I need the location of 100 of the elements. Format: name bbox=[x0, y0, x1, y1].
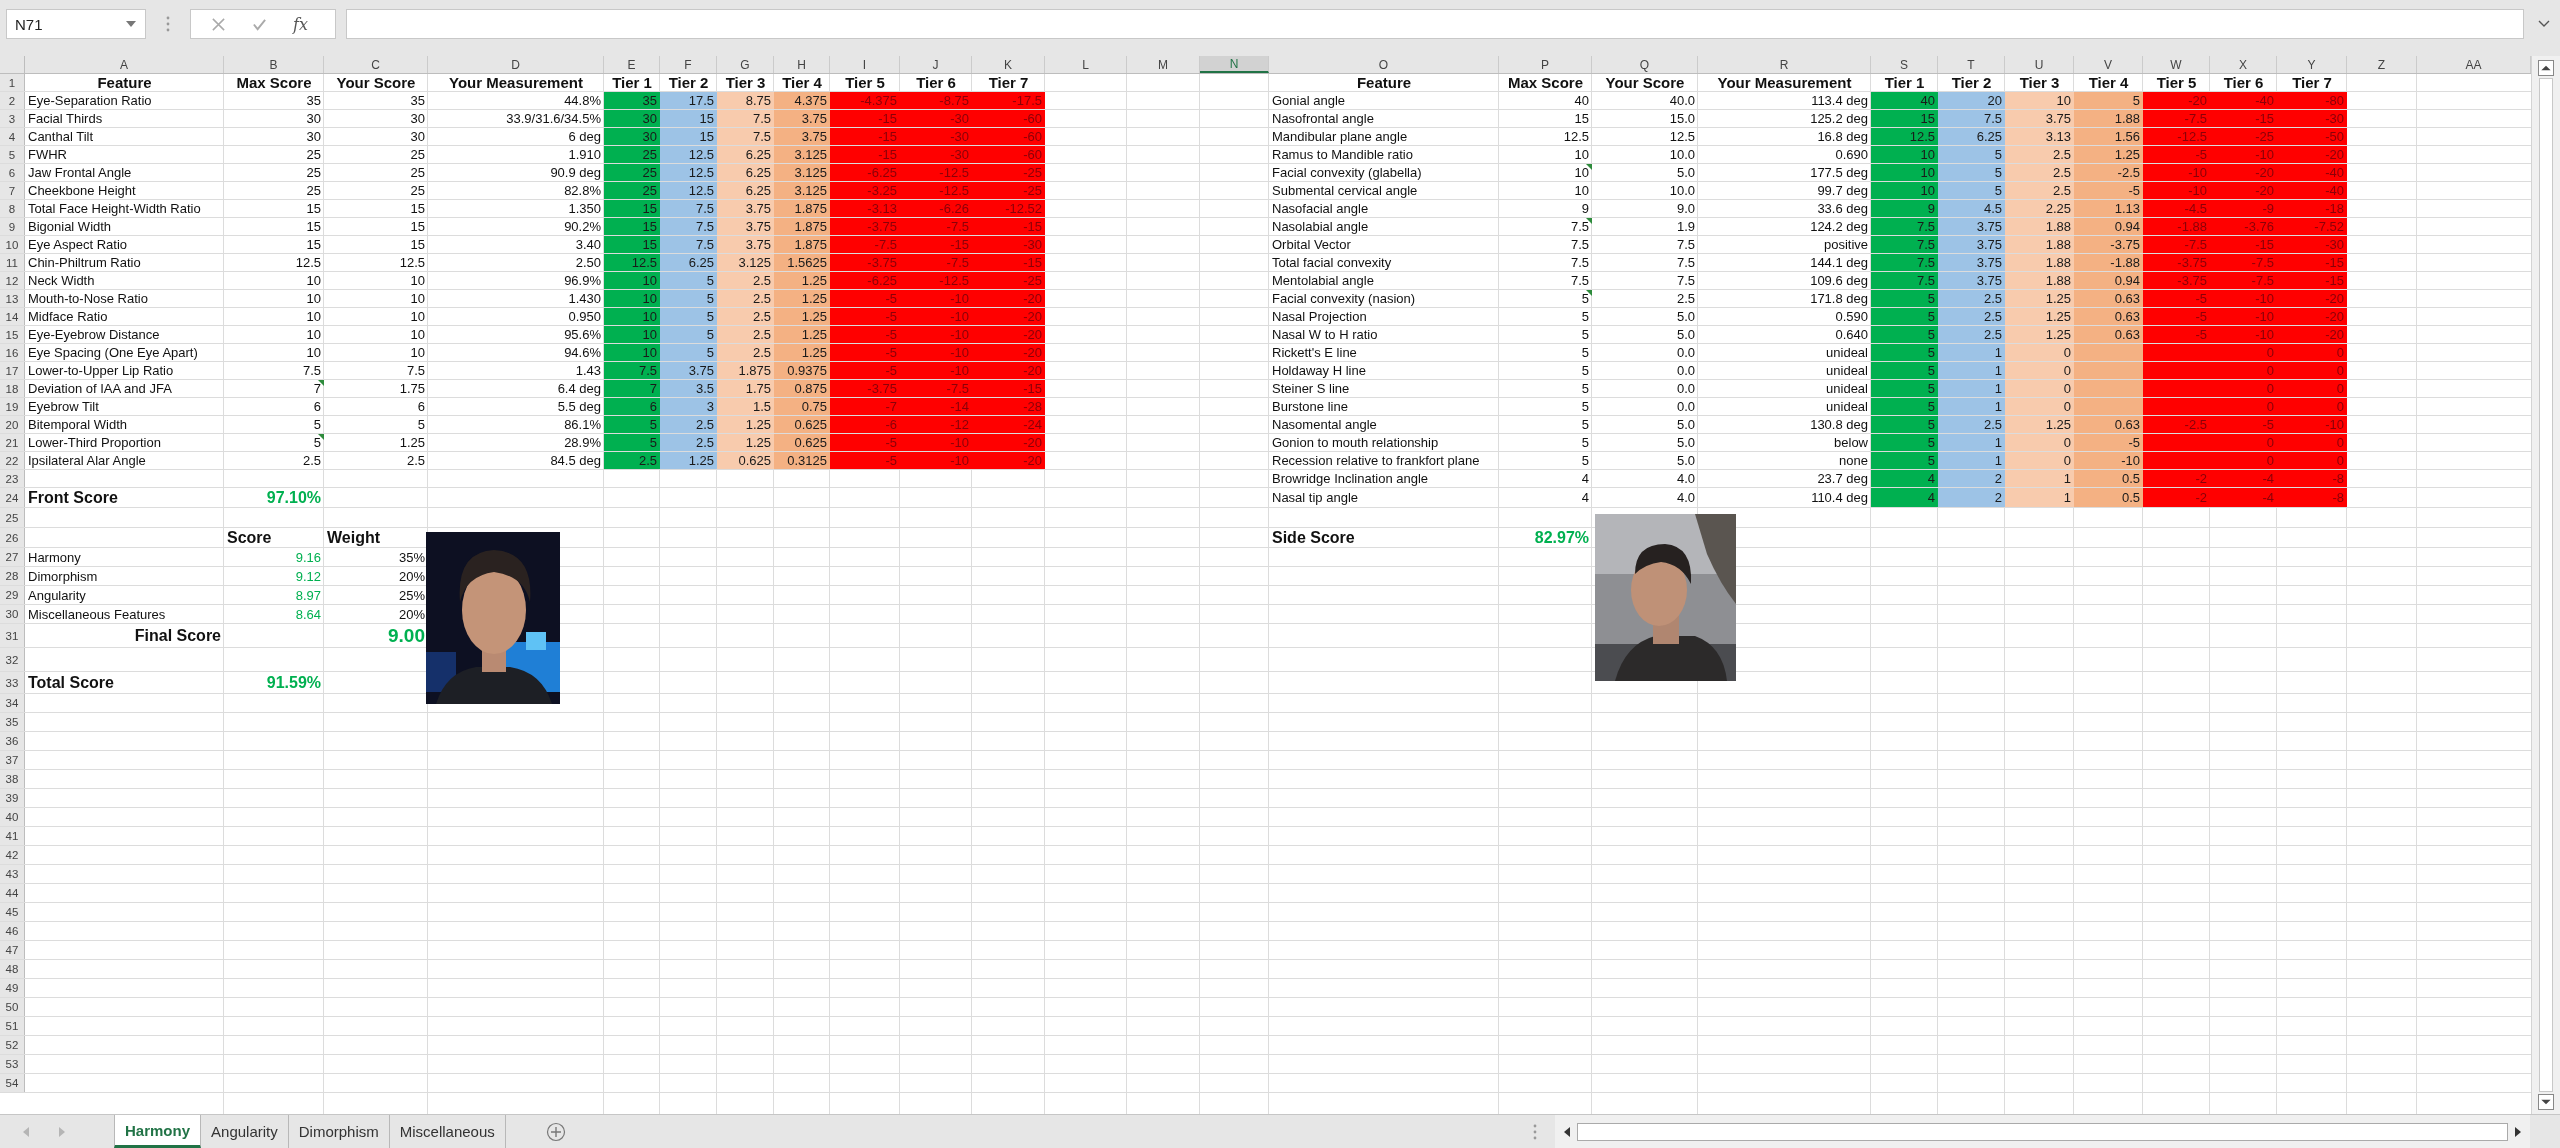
insert-function-button[interactable]: fx bbox=[293, 14, 308, 34]
row-number[interactable]: 17 bbox=[0, 362, 25, 379]
column-header[interactable]: X bbox=[2210, 56, 2277, 73]
column-header[interactable]: E bbox=[604, 56, 660, 73]
row-number[interactable]: 51 bbox=[0, 1017, 25, 1035]
row-number[interactable]: 27 bbox=[0, 548, 25, 566]
row-number[interactable]: 36 bbox=[0, 732, 25, 750]
column-header[interactable]: H bbox=[774, 56, 830, 73]
row-number[interactable]: 33 bbox=[0, 672, 25, 693]
sheet-tab[interactable]: Harmony bbox=[114, 1115, 202, 1148]
column-header[interactable]: Z bbox=[2347, 56, 2417, 73]
row-number[interactable]: 4 bbox=[0, 128, 25, 145]
row-number[interactable]: 35 bbox=[0, 713, 25, 731]
row-number[interactable]: 24 bbox=[0, 488, 25, 507]
row-number[interactable]: 50 bbox=[0, 998, 25, 1016]
row-number[interactable]: 43 bbox=[0, 865, 25, 883]
vertical-scrollbar[interactable] bbox=[2531, 56, 2560, 1114]
column-header[interactable]: K bbox=[972, 56, 1045, 73]
row-number[interactable]: 37 bbox=[0, 751, 25, 769]
row-number[interactable]: 32 bbox=[0, 648, 25, 671]
row-number[interactable]: 19 bbox=[0, 398, 25, 415]
row-number[interactable]: 49 bbox=[0, 979, 25, 997]
column-header[interactable]: Y bbox=[2277, 56, 2347, 73]
cancel-icon[interactable] bbox=[211, 16, 226, 32]
column-header[interactable]: A bbox=[25, 56, 224, 73]
column-header[interactable]: G bbox=[717, 56, 774, 73]
column-header[interactable]: I bbox=[830, 56, 900, 73]
row-number[interactable]: 20 bbox=[0, 416, 25, 433]
scroll-up-icon[interactable] bbox=[2538, 60, 2554, 76]
column-header[interactable]: V bbox=[2074, 56, 2143, 73]
formula-field[interactable] bbox=[346, 9, 2524, 39]
column-header[interactable]: R bbox=[1698, 56, 1871, 73]
row-number[interactable]: 23 bbox=[0, 470, 25, 487]
row-number[interactable]: 30 bbox=[0, 605, 25, 623]
row-number[interactable]: 16 bbox=[0, 344, 25, 361]
scroll-down-icon[interactable] bbox=[2538, 1094, 2554, 1110]
row-number[interactable]: 14 bbox=[0, 308, 25, 325]
scrollbar-thumb[interactable] bbox=[1577, 1122, 2508, 1141]
column-header[interactable]: L bbox=[1045, 56, 1127, 73]
row-number[interactable]: 44 bbox=[0, 884, 25, 902]
row-number[interactable]: 47 bbox=[0, 941, 25, 959]
row-number[interactable]: 11 bbox=[0, 254, 25, 271]
row-number[interactable]: 31 bbox=[0, 624, 25, 647]
row-number[interactable]: 42 bbox=[0, 846, 25, 864]
column-header[interactable]: C bbox=[324, 56, 428, 73]
row-number[interactable]: 45 bbox=[0, 903, 25, 921]
row-number[interactable]: 1 bbox=[0, 74, 25, 91]
scrollbar-thumb[interactable] bbox=[2539, 78, 2553, 1092]
column-header[interactable]: T bbox=[1938, 56, 2005, 73]
column-header[interactable]: U bbox=[2005, 56, 2074, 73]
table-cell: 5 bbox=[1871, 326, 1938, 343]
row-number[interactable]: 52 bbox=[0, 1036, 25, 1054]
row-number[interactable]: 2 bbox=[0, 92, 25, 109]
row-number[interactable]: 13 bbox=[0, 290, 25, 307]
row-number[interactable]: 10 bbox=[0, 236, 25, 253]
column-header[interactable]: W bbox=[2143, 56, 2210, 73]
row-number[interactable]: 53 bbox=[0, 1055, 25, 1073]
column-header[interactable]: J bbox=[900, 56, 972, 73]
row-number[interactable]: 54 bbox=[0, 1074, 25, 1092]
row-number[interactable]: 26 bbox=[0, 528, 25, 547]
column-header[interactable]: S bbox=[1871, 56, 1938, 73]
row-number[interactable]: 12 bbox=[0, 272, 25, 289]
row-number[interactable]: 48 bbox=[0, 960, 25, 978]
column-header[interactable]: M bbox=[1127, 56, 1200, 73]
column-header[interactable]: B bbox=[224, 56, 324, 73]
column-header[interactable]: F bbox=[660, 56, 717, 73]
horizontal-scrollbar[interactable] bbox=[1555, 1115, 2530, 1148]
row-number[interactable]: 8 bbox=[0, 200, 25, 217]
row-number[interactable]: 28 bbox=[0, 567, 25, 585]
scroll-right-icon[interactable] bbox=[2514, 1126, 2522, 1137]
select-all-button[interactable] bbox=[0, 56, 25, 73]
row-number[interactable]: 41 bbox=[0, 827, 25, 845]
column-header[interactable]: O bbox=[1269, 56, 1499, 73]
row-number[interactable]: 18 bbox=[0, 380, 25, 397]
row-number[interactable]: 9 bbox=[0, 218, 25, 235]
row-number[interactable]: 22 bbox=[0, 452, 25, 469]
add-sheet-icon[interactable] bbox=[545, 1121, 566, 1142]
row-number[interactable]: 21 bbox=[0, 434, 25, 451]
column-header[interactable]: N bbox=[1200, 56, 1269, 73]
row-number[interactable]: 34 bbox=[0, 694, 25, 712]
checkmark-icon[interactable] bbox=[252, 16, 267, 32]
row-number[interactable]: 5 bbox=[0, 146, 25, 163]
row-number[interactable]: 25 bbox=[0, 508, 25, 527]
row-number[interactable]: 39 bbox=[0, 789, 25, 807]
column-header[interactable]: Q bbox=[1592, 56, 1698, 73]
row-number[interactable]: 29 bbox=[0, 586, 25, 604]
row-number[interactable]: 38 bbox=[0, 770, 25, 788]
row-number[interactable]: 46 bbox=[0, 922, 25, 940]
column-header[interactable]: D bbox=[428, 56, 604, 73]
column-header[interactable]: AA bbox=[2417, 56, 2531, 73]
row-number[interactable]: 15 bbox=[0, 326, 25, 343]
drag-handle-icon[interactable] bbox=[1533, 1123, 1537, 1140]
drag-handle-icon[interactable] bbox=[166, 16, 170, 32]
scroll-left-icon[interactable] bbox=[1563, 1126, 1571, 1137]
column-header[interactable]: P bbox=[1499, 56, 1592, 73]
row-number[interactable]: 40 bbox=[0, 808, 25, 826]
row-number[interactable]: 3 bbox=[0, 110, 25, 127]
row-number[interactable]: 7 bbox=[0, 182, 25, 199]
row-number[interactable]: 6 bbox=[0, 164, 25, 181]
chevron-down-icon[interactable] bbox=[2538, 20, 2550, 28]
